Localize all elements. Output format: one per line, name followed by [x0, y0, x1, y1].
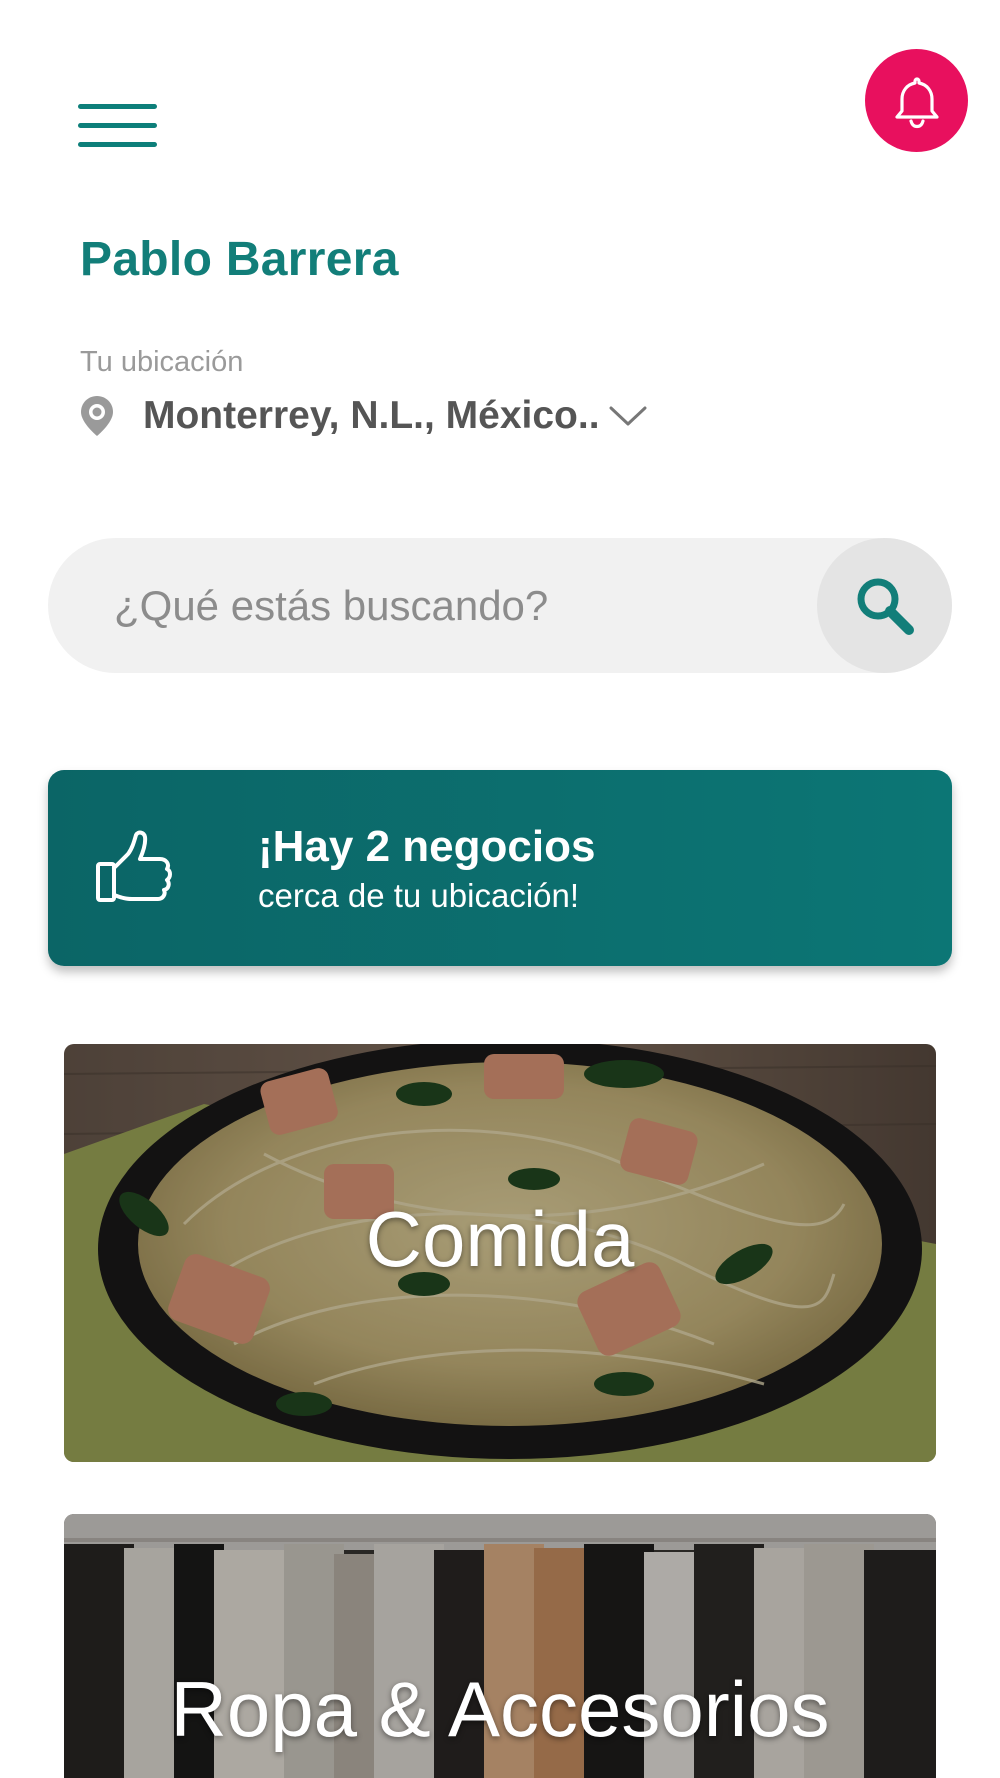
- chevron-down-icon: [609, 406, 647, 426]
- category-label-clothes: Ropa & Accesorios: [170, 1665, 830, 1753]
- bell-icon: [894, 76, 939, 128]
- category-card-clothes[interactable]: Ropa & Accesorios: [64, 1514, 936, 1778]
- category-label-food: Comida: [365, 1195, 635, 1283]
- nearby-businesses-banner[interactable]: ¡Hay 2 negocios cerca de tu ubicación!: [48, 770, 952, 966]
- banner-title: ¡Hay 2 negocios: [258, 822, 596, 871]
- hamburger-menu-icon: [78, 104, 157, 109]
- category-card-food[interactable]: Comida: [64, 1044, 936, 1462]
- banner-subtitle: cerca de tu ubicación!: [258, 877, 580, 914]
- thumbs-up-icon: [96, 830, 172, 902]
- search-bar: [48, 538, 952, 673]
- map-pin-icon: [81, 396, 113, 436]
- location-selector[interactable]: Monterrey, N.L., México..: [78, 390, 648, 442]
- home-screen: Pablo Barrera Tu ubicación Monterrey, N.…: [0, 0, 1000, 1778]
- search-button[interactable]: [817, 538, 952, 673]
- notifications-button[interactable]: [865, 49, 968, 152]
- user-name: Pablo Barrera: [80, 233, 399, 286]
- location-label: Tu ubicación: [80, 346, 244, 378]
- menu-button[interactable]: [78, 104, 160, 156]
- search-icon: [857, 578, 914, 635]
- location-value: Monterrey, N.L., México..: [143, 394, 600, 437]
- search-input[interactable]: [48, 538, 808, 673]
